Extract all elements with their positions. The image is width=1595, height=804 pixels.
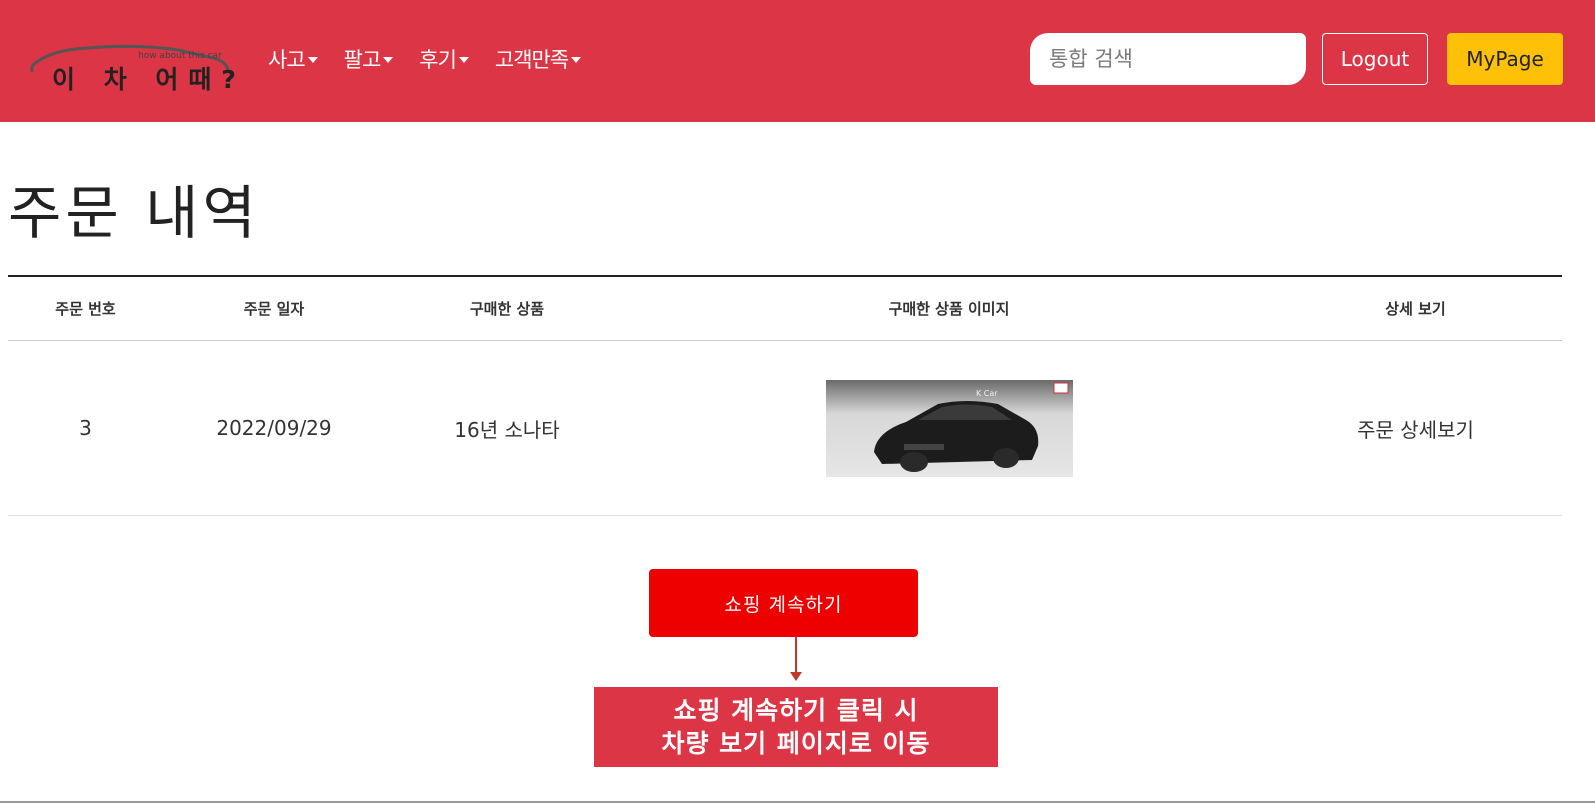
logo-title: 이 차 어때?	[52, 65, 246, 94]
table-header-row: 주문 번호 주문 일자 구매한 상품 구매한 상품 이미지 상세 보기	[8, 276, 1562, 341]
product-name: 16년 소나타	[385, 340, 629, 516]
nav-buy[interactable]: 사고	[268, 44, 318, 74]
annotation-arrow-line	[795, 637, 797, 677]
caret-down-icon	[383, 57, 394, 63]
main-nav: 사고 팔고 후기 고객만족	[268, 44, 607, 74]
mypage-button[interactable]: MyPage	[1447, 33, 1563, 85]
detail-cell: 주문 상세보기	[1269, 340, 1562, 516]
arrow-down-icon	[790, 672, 802, 681]
nav-reviews-label: 후기	[419, 48, 457, 72]
caret-down-icon	[571, 57, 582, 63]
nav-buy-label: 사고	[268, 48, 306, 72]
logout-button[interactable]: Logout	[1322, 33, 1428, 85]
nav-reviews[interactable]: 후기	[419, 44, 469, 74]
logo-tagline: how about this car	[138, 51, 222, 61]
bottom-divider	[0, 801, 1595, 803]
nav-customer[interactable]: 고객만족	[494, 44, 582, 74]
top-navbar: 이 차 어때? how about this car 사고 팔고 후기 고객만족…	[0, 0, 1595, 122]
order-date: 2022/09/29	[163, 340, 385, 516]
caret-down-icon	[307, 57, 318, 63]
annotation-line-2: 차량 보기 페이지로 이동	[661, 729, 931, 758]
caret-down-icon	[458, 57, 469, 63]
logo-text: 이 차 어때?	[52, 60, 246, 96]
product-image-cell: K Car	[629, 340, 1269, 516]
search-input[interactable]	[1030, 33, 1306, 85]
table-row: 3 2022/09/29 16년 소나타 K Car 주문 상세보기	[8, 340, 1562, 516]
nav-sell-label: 팔고	[343, 48, 382, 72]
svg-text:K Car: K Car	[976, 389, 998, 398]
col-product: 구매한 상품	[385, 276, 629, 341]
nav-sell[interactable]: 팔고	[344, 44, 394, 74]
page-title: 주문 내역	[8, 179, 260, 247]
col-order-date: 주문 일자	[163, 276, 385, 341]
annotation-box: 쇼핑 계속하기 클릭 시 차량 보기 페이지로 이동	[594, 687, 998, 767]
col-product-image: 구매한 상품 이미지	[629, 276, 1269, 341]
order-table: 주문 번호 주문 일자 구매한 상품 구매한 상품 이미지 상세 보기 3 20…	[8, 275, 1562, 516]
col-order-no: 주문 번호	[8, 276, 163, 341]
continue-shopping-button[interactable]: 쇼핑 계속하기	[649, 569, 918, 637]
col-detail: 상세 보기	[1269, 276, 1562, 341]
nav-customer-label: 고객만족	[494, 48, 569, 72]
car-photo-icon[interactable]: K Car	[825, 379, 1073, 477]
order-number: 3	[8, 340, 163, 516]
order-detail-link[interactable]: 주문 상세보기	[1357, 418, 1474, 442]
annotation-line-1: 쇼핑 계속하기 클릭 시	[673, 696, 919, 725]
